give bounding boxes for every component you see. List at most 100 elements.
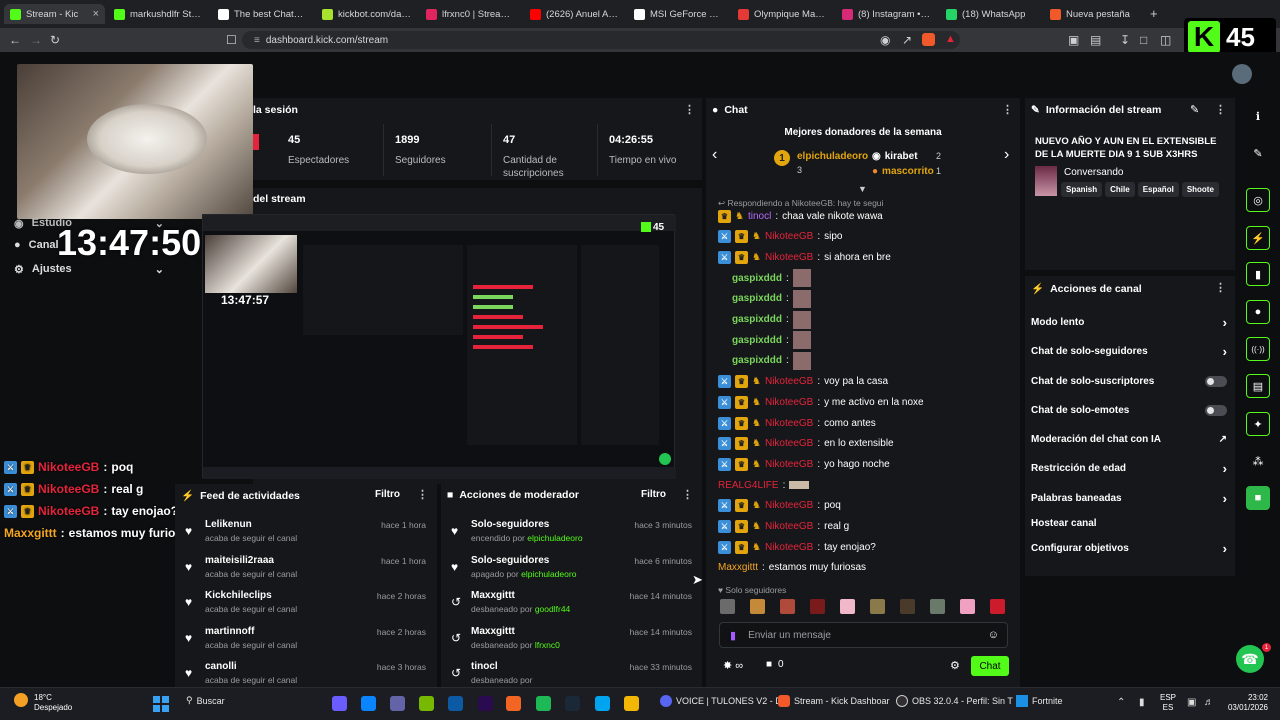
infinite-icon[interactable]: ✸ ∞ (723, 659, 743, 672)
weather-icon[interactable] (14, 693, 28, 707)
channel-action-item[interactable]: Hostear canal (1031, 513, 1227, 533)
shop-icon[interactable]: ▤ (1246, 374, 1270, 398)
mod-action-item[interactable]: ♥ Solo-seguidores encendido por elpichulad… (441, 514, 702, 550)
chat-username[interactable]: gaspixddd (732, 335, 782, 346)
spotify-icon[interactable] (536, 696, 551, 711)
browser-tab[interactable]: (18) WhatsApp (940, 4, 1041, 24)
chat-message[interactable]: ⚔ ♛ ♞ NikoteeGB: sipo (718, 228, 842, 246)
sidebar-icon[interactable]: ◫ (1160, 33, 1171, 47)
chat-username[interactable]: gaspixddd (732, 355, 782, 366)
emote-icon[interactable] (870, 599, 885, 614)
chat-message[interactable]: gaspixddd: (732, 331, 811, 350)
emote-icon[interactable] (960, 599, 975, 614)
clock-widget[interactable]: 23:02 03/01/2026 (1218, 693, 1268, 713)
stream-tag[interactable]: Español (1137, 182, 1179, 197)
emote-icon[interactable] (780, 599, 795, 614)
browser-tab[interactable]: The best ChatBot a (212, 4, 313, 24)
chat-message[interactable]: ⚔ ♛ ♞ NikoteeGB: voy pa la casa (718, 373, 888, 391)
app-icon[interactable] (506, 696, 521, 711)
tray-chevron-icon[interactable]: ⌃ (1117, 697, 1125, 708)
donor-3[interactable]: ● mascorrito (872, 166, 934, 177)
emote-icon[interactable] (990, 599, 1005, 614)
volume-icon[interactable]: ♬ (1204, 697, 1214, 708)
premiere-icon[interactable] (478, 696, 493, 711)
forward-icon[interactable]: → (30, 33, 42, 47)
browser-tab[interactable]: MSI GeForce RTX 5 (628, 4, 729, 24)
more-icon[interactable]: ⋮ (684, 103, 695, 116)
emote-icon[interactable] (900, 599, 915, 614)
channel-action-item[interactable]: Moderación del chat con IA ↗ (1031, 429, 1227, 449)
prev-donors-button[interactable]: ‹ (712, 146, 717, 164)
info-icon[interactable]: ℹ (1246, 104, 1270, 128)
rewards-icon[interactable]: ▲ (945, 33, 956, 45)
chat-input[interactable]: ▮ Enviar un mensaje ☺ (719, 622, 1008, 648)
emote-icon[interactable] (930, 599, 945, 614)
mic-icon[interactable]: ▮ (730, 629, 736, 642)
more-icon[interactable]: ⋮ (417, 488, 428, 501)
chat-message[interactable]: gaspixddd: (732, 289, 811, 308)
chat-username[interactable]: NikoteeGB (765, 521, 813, 532)
emote-icon[interactable] (750, 599, 765, 614)
browser-tab[interactable]: Stream - Kic × (4, 4, 105, 24)
mod-filter-button[interactable]: Filtro (641, 489, 666, 500)
stream-category[interactable]: Conversando (1064, 167, 1123, 178)
download-icon[interactable]: ↧ (1120, 33, 1130, 47)
channel-action-item[interactable]: Restricción de edad › (1031, 458, 1227, 478)
mod-action-item[interactable]: ↺ tinocl desbaneado por hace 33 minutos (441, 656, 702, 687)
donor-2[interactable]: ◉ kirabet (872, 151, 918, 162)
chat-username[interactable]: gaspixddd (732, 314, 782, 325)
share-icon[interactable]: ↗ (902, 33, 912, 47)
copilot-icon[interactable] (332, 696, 347, 711)
chat-message[interactable]: ⚔ ♛ ♞ NikoteeGB: en lo extensible (718, 435, 894, 453)
network-icon[interactable]: ▣ (1187, 697, 1196, 708)
reload-icon[interactable]: ↻ (50, 33, 60, 47)
edit-icon[interactable]: ✎ (1190, 103, 1199, 116)
mod-action-item[interactable]: ↺ Maxxgittt desbaneado por lfrxnc0 hace 14 … (441, 621, 702, 657)
chat-username[interactable]: NikoteeGB (765, 500, 813, 511)
taskbar-app-browser[interactable]: Stream - Kick Dashboar (778, 695, 890, 707)
chat-username[interactable]: NikoteeGB (765, 459, 813, 470)
explorer-icon[interactable] (624, 696, 639, 711)
chat-username[interactable]: gaspixddd (732, 273, 782, 284)
wallet-icon[interactable]: □ (1140, 33, 1147, 47)
globe-icon[interactable] (595, 696, 610, 711)
mod-action-by[interactable]: elpichuladeoro (527, 533, 582, 543)
chat-message[interactable]: gaspixddd: (732, 269, 811, 288)
back-icon[interactable]: ← (9, 33, 21, 47)
browser-tab[interactable]: Olympique Marseill (732, 4, 833, 24)
chat-username[interactable]: REALG4LIFE (718, 480, 779, 491)
taskbar-search[interactable]: ⚲ Buscar (186, 695, 225, 706)
browser-tab[interactable]: kickbot.com/dashb (316, 4, 417, 24)
channel-action-item[interactable]: Modo lento › (1031, 312, 1227, 332)
emote-icon[interactable] (810, 599, 825, 614)
microphone-icon[interactable]: ▮ (1139, 697, 1145, 708)
wrench-icon[interactable]: ✦ (1246, 412, 1270, 436)
chat-username[interactable]: NikoteeGB (765, 542, 813, 553)
chat-username[interactable]: gaspixddd (732, 293, 782, 304)
channel-action-item[interactable]: Palabras baneadas › (1031, 488, 1227, 508)
channel-action-item[interactable]: Chat de solo-seguidores › (1031, 341, 1227, 361)
more-icon[interactable]: ⋮ (1002, 103, 1013, 116)
gift-icon[interactable]: ■ (1246, 486, 1270, 510)
stream-tag[interactable]: Chile (1105, 182, 1135, 197)
chat-username[interactable]: NikoteeGB (765, 252, 813, 263)
next-donors-button[interactable]: › (1004, 146, 1009, 164)
edge-icon[interactable] (448, 696, 463, 711)
emote-icon[interactable] (840, 599, 855, 614)
activity-filter-button[interactable]: Filtro (375, 489, 400, 500)
pen-icon[interactable]: ✎ (1246, 141, 1270, 165)
channel-action-item[interactable]: Chat de solo-suscriptores (1031, 371, 1227, 391)
toggle-switch[interactable] (1205, 404, 1227, 416)
close-icon[interactable]: × (93, 8, 99, 20)
more-icon[interactable]: ⋮ (682, 488, 693, 501)
phone-icon[interactable]: ▮ (1246, 262, 1270, 286)
chat-message[interactable]: ⚔ ♛ ♞ NikoteeGB: como antes (718, 414, 876, 432)
activity-item[interactable]: ♥ maiteisili2raaa acaba de seguir el canal… (175, 550, 437, 586)
language-indicator[interactable]: ESP ES (1160, 693, 1176, 713)
eye-off-icon[interactable]: ◉ (880, 33, 890, 47)
brave-shield-icon[interactable] (922, 33, 935, 46)
channel-action-item[interactable]: Configurar objetivos › (1031, 538, 1227, 558)
stream-tag[interactable]: Spanish (1061, 182, 1103, 197)
chat-message[interactable]: gaspixddd: (732, 351, 811, 370)
new-tab-button[interactable]: + (1150, 6, 1158, 21)
